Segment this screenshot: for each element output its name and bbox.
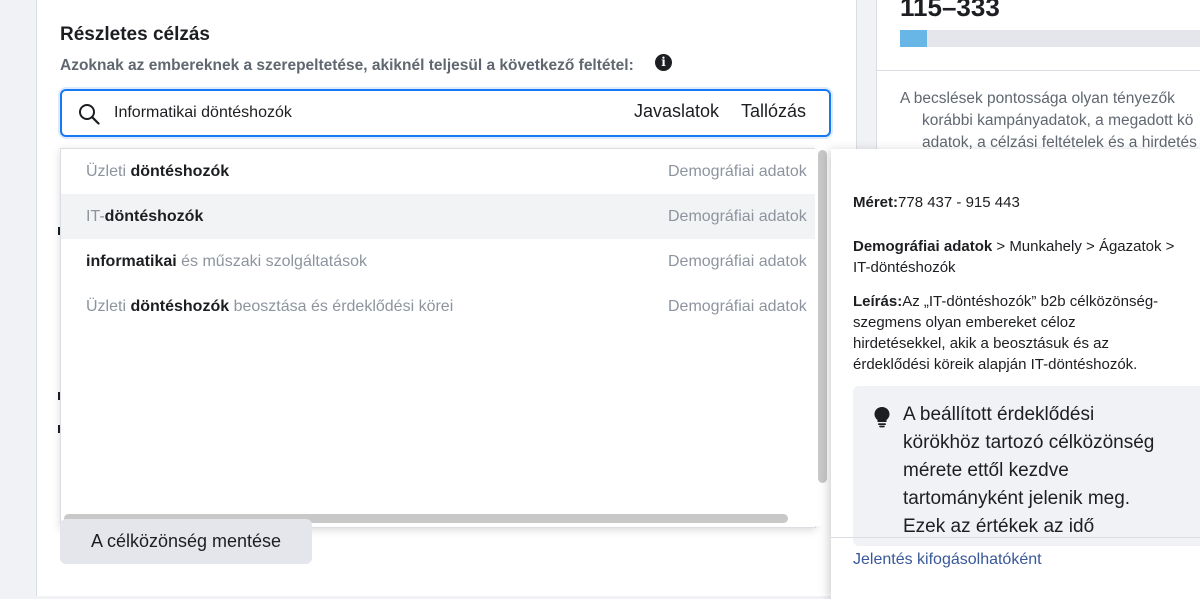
suggestion-row[interactable]: Üzleti döntéshozók beosztása és érdeklőd… [61, 284, 815, 329]
targeting-search-box[interactable]: Javaslatok Tallózás [60, 89, 831, 137]
lightbulb-icon [874, 407, 890, 428]
suggestion-text-part: döntéshozók [130, 298, 230, 315]
popover-category-path: Demográfiai adatok > Munkahely > Ágazato… [853, 236, 1198, 278]
suggestion-text-part: döntéshozók [130, 163, 230, 180]
tab-suggestions[interactable]: Javaslatok [634, 101, 719, 122]
popover-size: Méret:778 437 - 915 443 [853, 194, 1020, 211]
divider [831, 537, 1200, 538]
popover-note: A beállított érdeklődési körökhöz tartoz… [853, 386, 1200, 546]
suggestion-row[interactable]: informatikai és műszaki szolgáltatások D… [61, 239, 815, 284]
suggestion-category: Demográfiai adatok [668, 208, 807, 225]
suggestion-label: Üzleti döntéshozók [86, 149, 229, 194]
suggestion-category: Demográfiai adatok [668, 253, 807, 270]
suggestion-text-part: IT- [86, 208, 105, 225]
suggestions-dropdown: Üzleti döntéshozók Demográfiai adatok IT… [60, 148, 816, 528]
path-line: Demográfiai adatok > Munkahely > Ágazato… [853, 236, 1198, 257]
suggestion-text-part: és műszaki szolgáltatások [176, 253, 367, 270]
search-icon [79, 104, 100, 125]
size-label: Méret: [853, 194, 899, 211]
report-inappropriate-link[interactable]: Jelentés kifogásolhatóként [853, 551, 1042, 569]
targeting-search-input[interactable] [114, 101, 594, 125]
path-root: Demográfiai adatok [853, 238, 993, 255]
estimate-line: korábbi kampányadatok, a megadott kö [922, 112, 1194, 129]
estimate-line: A becslések pontossága olyan tényezők [900, 90, 1175, 107]
audience-range-bar [900, 30, 1200, 47]
path-line: IT-döntéshozók [853, 259, 956, 276]
divider [876, 70, 1200, 71]
desc-text: Az „IT-döntéshozók” b2b célközönség- [902, 293, 1159, 310]
save-audience-button[interactable]: A célközönség mentése [60, 519, 312, 564]
suggestion-text-part: informatikai [86, 253, 177, 270]
note-line: tartományként jelenik meg. [903, 488, 1131, 509]
size-value: 778 437 - 915 443 [898, 194, 1020, 211]
desc-line: Leírás:Az „IT-döntéshozók” b2b célközöns… [853, 291, 1183, 312]
path-rest: > Munkahely > Ágazatok > [992, 238, 1175, 255]
note-line: körökhöz tartozó célközönség [903, 432, 1155, 453]
note-line: mérete ettől kezdve [903, 460, 1069, 481]
desc-line: érdeklődési köreik alapján IT-döntéshozó… [853, 356, 1138, 373]
suggestion-label: IT-döntéshozók [86, 194, 203, 239]
info-icon[interactable]: i [655, 54, 672, 71]
suggestion-label: Üzleti döntéshozók beosztása és érdeklőd… [86, 284, 453, 329]
desc-label: Leírás: [853, 293, 903, 310]
section-subtitle: Azoknak az embereknek a szerepeltetése, … [60, 57, 634, 74]
dropdown-vertical-scrollbar[interactable] [818, 150, 827, 483]
suggestion-label: informatikai és műszaki szolgáltatások [86, 239, 367, 284]
suggestion-detail-popover: Méret:778 437 - 915 443 Demográfiai adat… [831, 149, 1200, 599]
desc-line: hirdetésekkel, akik a beosztásuk és az [853, 335, 1109, 352]
note-line: A beállított érdeklődési [903, 404, 1095, 425]
estimate-disclaimer: A becslések pontossága olyan tényezők ko… [900, 88, 1200, 154]
audience-range-fill [900, 30, 927, 47]
suggestion-category: Demográfiai adatok [668, 163, 807, 180]
audience-range-value: 115–333 [900, 0, 1000, 22]
note-text: A beállított érdeklődési körökhöz tartoz… [903, 401, 1200, 541]
suggestion-text-part: döntéshozók [104, 208, 204, 225]
tab-browse[interactable]: Tallózás [741, 101, 806, 122]
section-title: Részletes célzás [60, 24, 210, 45]
suggestion-row[interactable]: Üzleti döntéshozók Demográfiai adatok [61, 149, 815, 194]
suggestion-text-part: Üzleti [86, 298, 131, 315]
suggestion-category: Demográfiai adatok [668, 298, 807, 315]
popover-description: Leírás:Az „IT-döntéshozók” b2b célközöns… [853, 291, 1183, 375]
suggestion-text-part: beosztása és érdeklődési körei [229, 298, 454, 315]
desc-line: szegmens olyan embereket céloz [853, 314, 1076, 331]
suggestion-row[interactable]: IT-döntéshozók Demográfiai adatok [61, 194, 815, 239]
suggestion-text-part: Üzleti [86, 163, 131, 180]
